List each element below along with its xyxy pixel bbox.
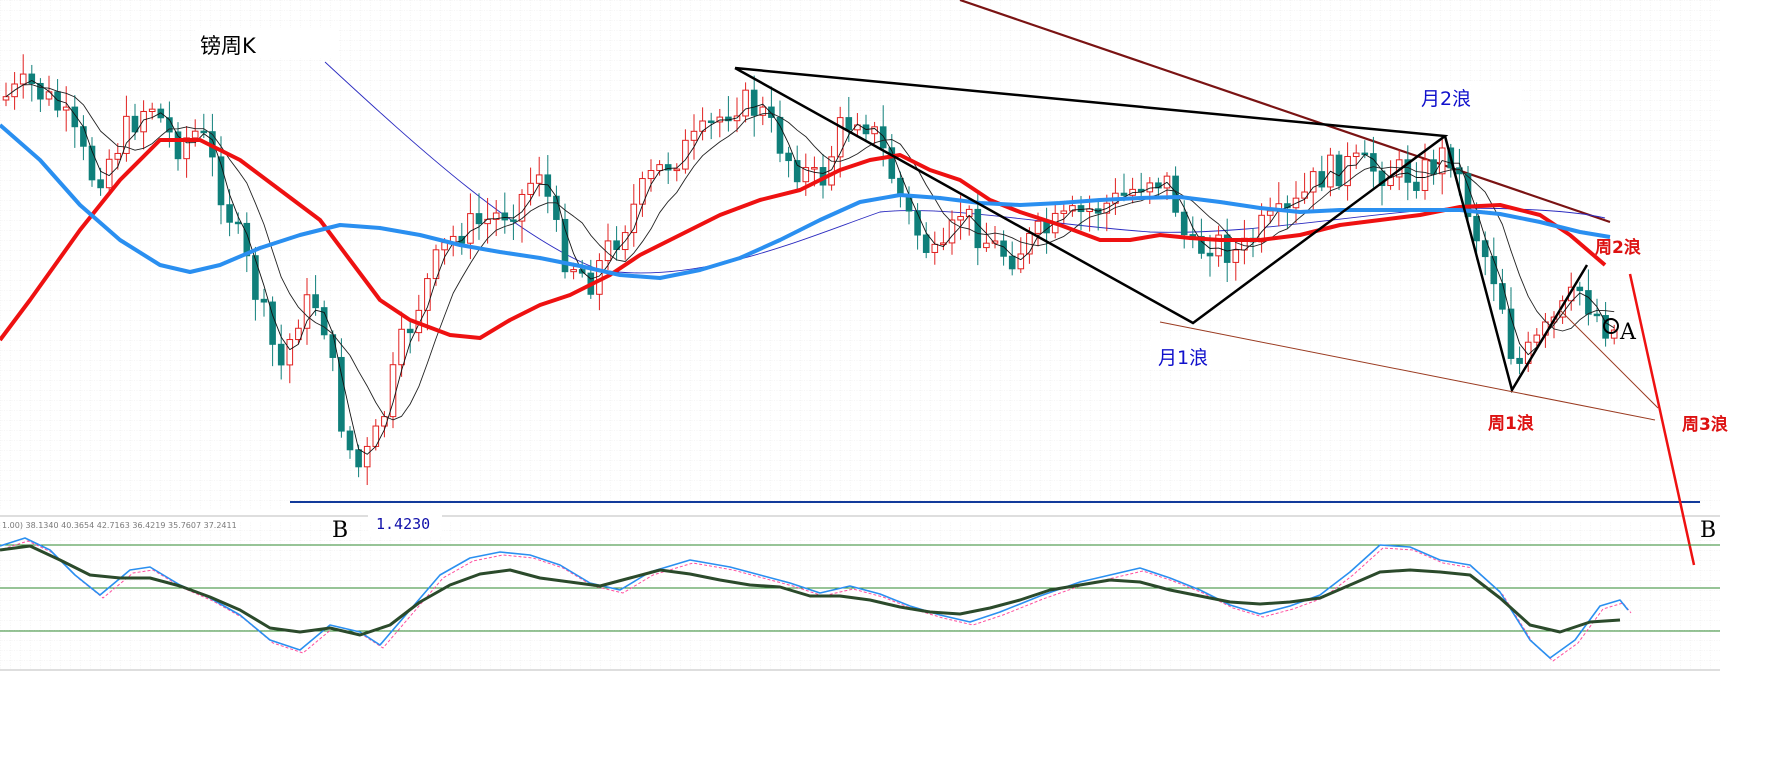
point-b-left-label: B — [332, 518, 349, 543]
week-wave-1-label: 周1浪 — [1488, 414, 1534, 434]
chart — [0, 0, 1720, 671]
month-wave-2-label: 月2浪 — [1421, 88, 1472, 110]
month-wave-1-label: 月1浪 — [1158, 347, 1209, 369]
chart-title: 镑周K — [200, 34, 256, 58]
week-wave-2-label: 周2浪 — [1595, 238, 1641, 258]
point-a-label: A — [1620, 320, 1636, 345]
stochastic-panel — [0, 522, 1720, 670]
week-wave-3-label: 周3浪 — [1682, 415, 1728, 435]
candle — [1335, 150, 1343, 191]
main-panel — [0, 0, 1720, 510]
indicator-header: 1.00) 38.1340 40.3654 42.7163 36.4219 35… — [2, 521, 237, 530]
price-level-label: 1.4230 — [376, 515, 431, 533]
point-b-right-label: B — [1700, 518, 1717, 543]
